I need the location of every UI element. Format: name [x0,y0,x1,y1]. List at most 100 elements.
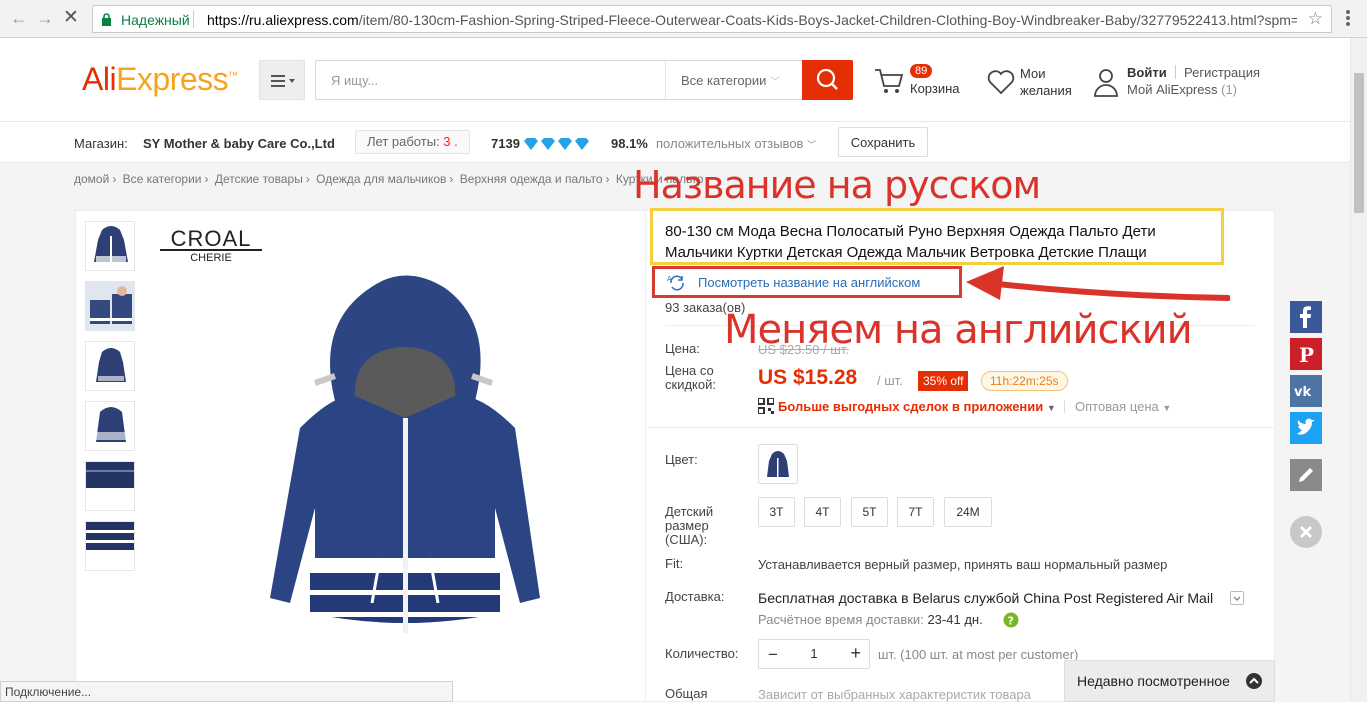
product-thumbnail[interactable] [85,221,135,271]
breadcrumb-home[interactable]: домой [74,172,109,186]
hamburger-icon [271,75,295,87]
brand-logo-rule [160,249,262,251]
recently-viewed-label: Недавно посмотренное [1077,673,1230,689]
delivery-time-value: 23-41 [927,612,961,627]
vk-icon[interactable]: vk [1290,375,1322,407]
search-category-select[interactable]: Все категории ﹀ [665,61,804,99]
search-input[interactable]: Я ищу... [331,73,378,88]
discount-price-label-1: Цена со [665,363,714,378]
wholesale-price-link[interactable]: Оптовая цена ▼ [1075,399,1171,414]
wholesale-price-text: Оптовая цена [1075,399,1159,414]
store-score: 7139 [491,136,520,151]
product-thumbnail[interactable] [85,521,135,571]
back-icon[interactable]: ← [10,9,28,27]
wishlist-line2[interactable]: желания [1020,82,1072,99]
search-icon [816,68,838,90]
page-scrollbar[interactable] [1350,38,1367,702]
url-host: https://ru.aliexpress.com [207,12,359,28]
search-button[interactable] [802,60,853,100]
my-aliexpress-link[interactable]: Мой AliExpress (1) [1127,81,1237,98]
cart-link[interactable]: Корзина [910,80,960,97]
delivery-time: Расчётное время доставки: 23-41 дн. [758,612,983,627]
quantity-increase-button[interactable]: + [850,643,861,664]
aliexpress-logo[interactable]: AliExpress™ [82,61,238,98]
color-swatch-navy[interactable] [758,444,798,484]
url-text[interactable]: https://ru.aliexpress.com/item/80-130cm-… [207,12,1297,28]
store-name-link[interactable]: SY Mother & baby Care Co.,Ltd [143,136,335,151]
close-icon[interactable] [1290,516,1322,548]
save-store-button[interactable]: Сохранить [838,127,928,157]
address-bar[interactable]: Надежный https://ru.aliexpress.com/item/… [92,5,1332,33]
browser-menu-icon[interactable] [1342,8,1354,28]
heart-icon[interactable] [986,68,1016,96]
stop-loading-icon[interactable]: ✕ [63,8,79,27]
quantity-info: шт. (100 шт. at most per customer) [878,647,1079,662]
login-link[interactable]: Войти [1127,64,1167,81]
breadcrumb-item[interactable]: Верхняя одежда и пальто [460,172,603,186]
price-label: Цена: [665,341,700,356]
jacket-back-thumbnail-image [96,407,126,442]
color-label: Цвет: [665,452,698,467]
pencil-icon[interactable] [1290,459,1322,491]
translate-refresh-icon[interactable]: A [666,274,688,292]
store-years-value: 3 . [443,134,458,149]
chevron-down-icon: ﹀ [807,140,817,150]
breadcrumb-separator: › [204,172,209,186]
cart-icon[interactable] [873,66,905,96]
annotation-change-to-english: Меняем на английский [724,307,1193,353]
view-english-title-link[interactable]: Посмотреть название на английском [698,275,920,290]
product-thumbnail[interactable] [85,461,135,511]
chevron-down-icon: ﹀ [770,77,781,88]
size-option-24m[interactable]: 24M [944,497,992,527]
help-icon[interactable]: ? [1003,612,1019,628]
register-link[interactable]: Регистрация [1184,64,1260,81]
diamond-rating-icon [524,138,589,150]
user-icon[interactable] [1093,66,1119,98]
recently-viewed-bar[interactable]: Недавно посмотренное [1064,660,1275,702]
categories-menu-button[interactable] [259,60,305,100]
breadcrumb-separator: › [112,172,117,186]
size-option-3t[interactable]: 3T [758,497,795,527]
product-thumbnail[interactable] [85,401,135,451]
breadcrumb-item[interactable]: Все категории [123,172,202,186]
discount-badge: 35% off [918,371,969,391]
app-deals-link[interactable]: Больше выгодных сделок в приложении ▼ [778,399,1056,414]
chevron-up-icon[interactable] [1246,673,1262,689]
facebook-icon[interactable] [1290,301,1322,333]
jacket-main-image[interactable] [240,268,570,663]
breadcrumb-item[interactable]: Детские товары [215,172,303,186]
my-aliexpress-label: Мой AliExpress [1127,82,1218,97]
my-aliexpress-count: (1) [1221,82,1238,97]
wishlist-line1[interactable]: Мои [1020,65,1045,82]
size-option-4t[interactable]: 4T [804,497,841,527]
browser-status-bar: Подключение... [0,681,453,702]
forward-icon[interactable]: → [36,9,54,27]
bookmark-star-icon[interactable]: ☆ [1308,9,1323,29]
jacket-thumbnail-image [96,348,126,382]
brand-logo-cherie: CHERIE [190,252,232,264]
caret-down-icon: ▼ [1162,403,1172,413]
separator-line [647,427,1275,428]
product-thumbnail[interactable] [85,341,135,391]
positive-feedback-label[interactable]: положительных отзывов ﹀ [656,136,816,151]
size-option-5t[interactable]: 5T [851,497,888,527]
delivery-options-dropdown[interactable] [1230,591,1244,605]
quantity-stepper: − 1 + [758,639,870,669]
store-info-bar: Магазин: SY Mother & baby Care Co.,Ltd Л… [0,121,1350,163]
size-option-7t[interactable]: 7T [897,497,934,527]
product-thumbnail[interactable] [85,281,135,331]
scrollbar-thumb[interactable] [1354,73,1364,213]
header-divider [1175,65,1176,79]
card-divider [645,211,646,702]
breadcrumb-item[interactable]: Одежда для мальчиков [316,172,446,186]
size-label-3: (США): [665,532,708,547]
size-label-1: Детский [665,504,714,519]
search-bar: Я ищу... Все категории ﹀ [315,60,853,100]
logo-ali: Ali [82,61,117,97]
lock-icon [102,13,111,26]
product-title-highlight: 80-130 см Мода Весна Полосатый Руно Верх… [650,208,1224,265]
delivery-text: Бесплатная доставка в Belarus службой Ch… [758,590,1214,606]
secure-label: Надежный [121,12,190,28]
pinterest-icon[interactable]: P [1290,338,1322,370]
twitter-icon[interactable] [1290,412,1322,444]
